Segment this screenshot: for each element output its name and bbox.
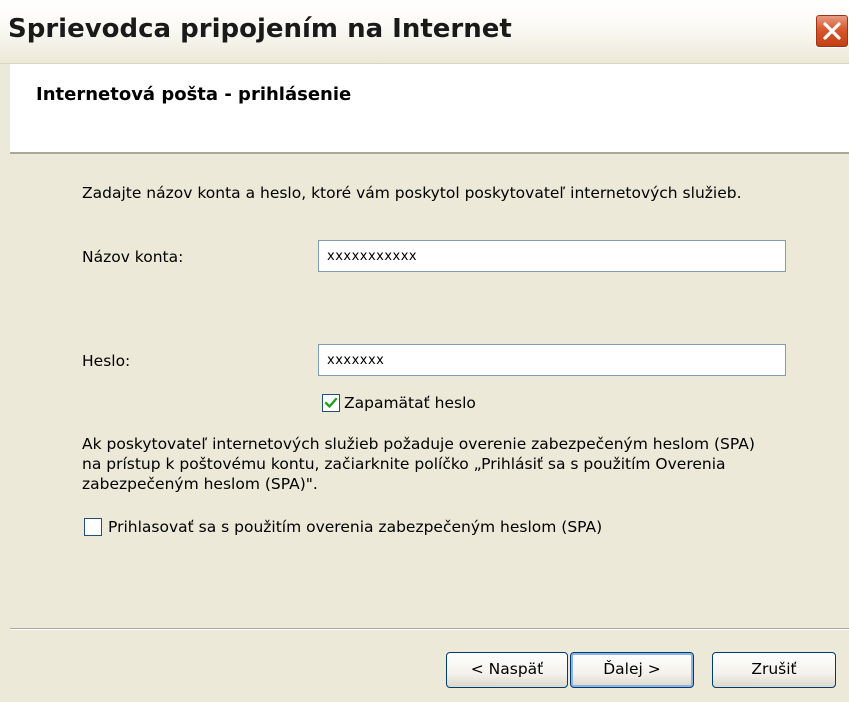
close-button[interactable] (815, 14, 849, 48)
close-icon (823, 22, 841, 40)
spa-login-label[interactable]: Prihlasovať sa s použitím overenia zabez… (108, 518, 602, 536)
page-title: Internetová pošta - prihlásenie (36, 84, 352, 105)
wizard-window: Sprievodca pripojením na Internet Intern… (0, 0, 849, 702)
window-border (0, 64, 10, 702)
wizard-header: Internetová pošta - prihlásenie (0, 64, 849, 154)
spa-description-line1: Ak poskytovateľ internetových služieb po… (82, 435, 755, 453)
intro-text: Zadajte názov konta a heslo, ktoré vám p… (82, 184, 742, 202)
title-bar[interactable]: Sprievodca pripojením na Internet (0, 0, 849, 64)
account-name-field[interactable]: xxxxxxxxxxx (318, 240, 786, 272)
remember-password-label[interactable]: Zapamätať heslo (344, 394, 476, 412)
spa-login-checkbox[interactable] (84, 518, 102, 536)
next-button[interactable]: Ďalej > (570, 652, 694, 688)
window-title: Sprievodca pripojením na Internet (8, 14, 512, 44)
cancel-button[interactable]: Zrušiť (712, 652, 836, 688)
password-label: Heslo: (82, 352, 131, 370)
check-icon (324, 397, 338, 408)
back-button[interactable]: < Naspäť (446, 652, 568, 688)
spa-description-line2: na prístup k poštovému kontu, začiarknit… (82, 455, 726, 473)
remember-password-checkbox[interactable] (322, 394, 340, 412)
account-label: Názov konta: (82, 248, 184, 266)
password-field[interactable]: xxxxxxx (318, 344, 786, 376)
footer-divider (10, 628, 849, 630)
spa-description-line3: zabezpečeným heslom (SPA)". (82, 475, 318, 493)
